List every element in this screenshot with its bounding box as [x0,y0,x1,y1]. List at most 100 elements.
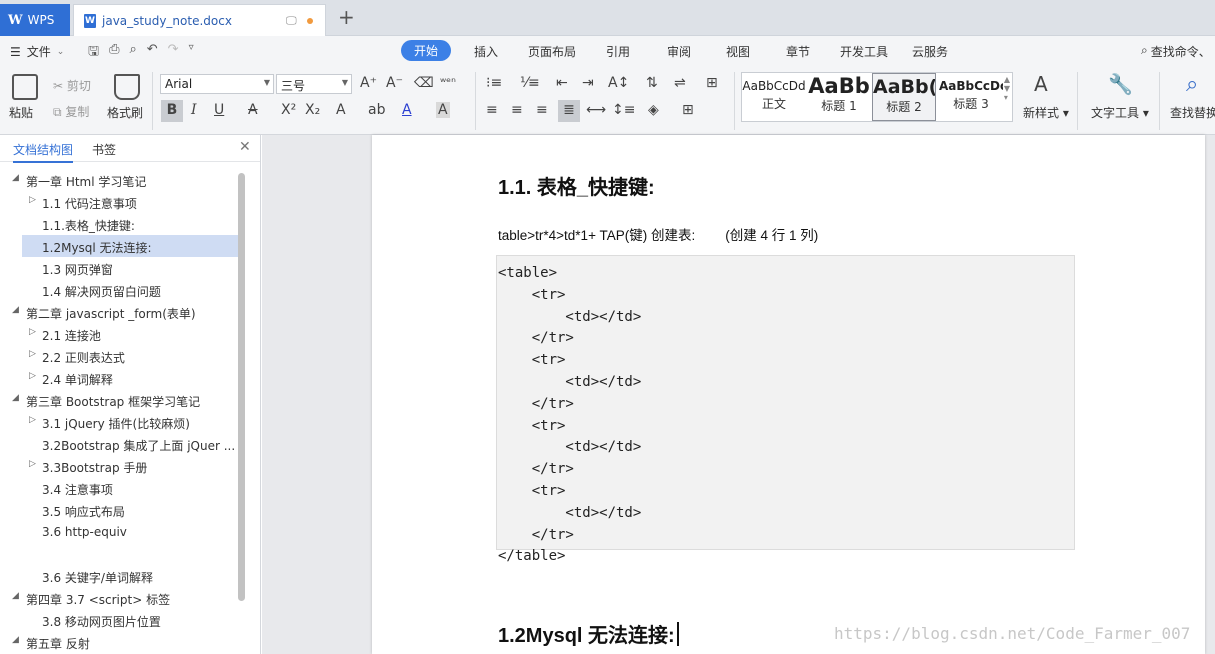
style-normal[interactable]: AaBbCcDd 正文 [742,73,806,121]
tab-insert[interactable]: 插入 [474,43,498,60]
tab-developer[interactable]: 开发工具 [840,43,888,60]
style-heading-1[interactable]: AaBb 标题 1 [808,73,870,121]
outline-item[interactable]: ▷ 2.1 连接池 [0,323,240,345]
tab-cloud[interactable]: 云服务 [912,43,948,60]
align-left-icon[interactable]: ≡ [486,102,498,118]
outline-chapter[interactable]: ◢ 第五章 反射 [0,631,240,653]
undo-icon[interactable]: ↶ [147,42,158,64]
char-shading-button[interactable]: A [436,102,450,118]
redo-icon[interactable]: ↷ [168,42,179,64]
outline-chapter[interactable]: ◢ 第二章 javascript _form(表单) [0,301,240,323]
distribute-icon[interactable]: ⟷ [586,102,606,118]
print-preview-icon[interactable]: ⌕ [129,42,136,64]
highlight-button[interactable]: ab [368,102,385,118]
new-tab-button[interactable]: + [338,5,355,29]
outline-item[interactable]: 3.6 http-equiv [0,521,240,543]
decrease-indent-icon[interactable]: ⇤ [556,75,568,91]
grow-font-icon[interactable]: A⁺ [360,75,377,91]
outline-item[interactable]: 3.5 响应式布局 [0,499,240,521]
scrollbar-thumb[interactable] [238,173,245,601]
clear-format-icon[interactable]: ⌫ [414,75,434,91]
line-spacing-icon[interactable]: ↕≡ [612,102,635,118]
justify-icon[interactable]: ≣ [558,100,580,122]
pinyin-icon[interactable]: ʷᵉⁿ [440,75,456,89]
outline-item[interactable]: ▷ 2.2 正则表达式 [0,345,240,367]
outline-chapter[interactable]: ◢ 第三章 Bootstrap 框架学习笔记 [0,389,240,411]
print-icon[interactable]: ⎙ [109,42,119,64]
bold-button[interactable]: B [161,100,183,122]
close-icon[interactable]: ✕ [239,139,251,155]
show-marks-icon[interactable]: ⇌ [674,75,686,91]
format-painter-icon[interactable] [114,74,140,100]
expand-arrow-icon[interactable]: ▷ [29,327,36,337]
outline-item[interactable]: ▷ 1.1 代码注意事项 [0,191,240,213]
outline-item[interactable]: 1.3 网页弹窗 [0,257,240,279]
collapse-arrow-icon[interactable]: ◢ [12,393,19,403]
tab-references[interactable]: 引用 [606,43,630,60]
new-style-icon[interactable]: A [1034,72,1048,96]
align-right-icon[interactable]: ≡ [536,102,548,118]
tab-outline[interactable]: 文档结构图 [13,141,74,163]
outline-item[interactable]: 1.2Mysql 无法连接: [22,235,238,257]
strikethrough-button[interactable]: A [248,102,258,118]
text-tools-button[interactable]: 文字工具 ▾ [1091,104,1149,121]
tab-wps-home[interactable]: W WPS [0,4,70,36]
increase-indent-icon[interactable]: ⇥ [582,75,594,91]
style-heading-3[interactable]: AaBbCcDc 标题 3 [939,73,1003,121]
outline-chapter[interactable]: ◢ 第四章 3.7 <script> 标签 [0,587,240,609]
expand-arrow-icon[interactable]: ▷ [29,459,36,469]
tab-chapter[interactable]: 章节 [786,43,810,60]
shrink-font-icon[interactable]: A⁻ [386,75,403,91]
file-menu-button[interactable]: ☰ 文件 ⌄ [10,43,64,60]
cut-button[interactable]: ✂ 剪切 [53,77,91,94]
outline-item[interactable]: 3.4 注意事项 [0,477,240,499]
outline-item[interactable]: ▷ 2.4 单词解释 [0,367,240,389]
outline-item[interactable]: 1.4 解决网页留白问题 [0,279,240,301]
text-effect-button[interactable]: A [336,102,346,118]
numbered-list-icon[interactable]: ⅟≡ [520,75,540,91]
document-page[interactable]: 1.1. 表格_快捷键: table>tr*4>td*1+ TAP(键) 创建表… [372,135,1205,654]
shading-icon[interactable]: ◈ [648,102,659,118]
outline-chapter[interactable]: ◢ 第一章 Html 学习笔记 [0,169,240,191]
style-heading-2[interactable]: AaBb( 标题 2 [872,73,936,121]
expand-arrow-icon[interactable]: ▷ [29,349,36,359]
tab-review[interactable]: 审阅 [667,43,691,60]
outline-item[interactable]: 1.1.表格_快捷键: [0,213,240,235]
font-family-select[interactable]: Arial ▼ [160,74,274,94]
collapse-arrow-icon[interactable]: ◢ [12,635,19,645]
tab-bookmark[interactable]: 书签 [92,141,116,158]
outline-item[interactable]: 3.2Bootstrap 集成了上面 jQuer ... [0,433,240,455]
expand-arrow-icon[interactable]: ▷ [29,415,36,425]
tab-view[interactable]: 视图 [726,43,750,60]
monitor-icon[interactable]: 🖵 [286,14,297,28]
subscript-button[interactable]: X₂ [305,102,320,118]
new-style-button[interactable]: 新样式 ▾ [1023,104,1069,121]
bullet-list-icon[interactable]: ⁝≡ [486,75,502,91]
wrench-icon[interactable]: 🔧 [1108,72,1133,96]
table-grid-icon[interactable]: ⊞ [706,75,718,91]
outline-item[interactable]: ▷ 3.3Bootstrap 手册 [0,455,240,477]
outline-item[interactable]: 3.8 移动网页图片位置 [0,609,240,631]
format-painter-label[interactable]: 格式刷 [107,104,143,121]
superscript-button[interactable]: X² [281,102,296,118]
save-icon[interactable]: 🖫 [88,42,99,64]
styles-scroll-icon[interactable]: ▲ ▼ ▾ [1004,75,1010,102]
underline-button[interactable]: U [214,102,224,118]
italic-button[interactable]: I [191,102,197,118]
collapse-arrow-icon[interactable]: ◢ [12,173,19,183]
outline-item[interactable]: 3.6 关键字/单词解释 [0,565,240,587]
outline-item[interactable]: ▷ 3.1 jQuery 插件(比较麻烦) [0,411,240,433]
text-direction-icon[interactable]: A↕ [608,75,629,91]
copy-button[interactable]: ⧉ 复制 [53,103,89,120]
font-color-button[interactable]: A [402,102,412,118]
paste-label[interactable]: 粘贴 [9,104,33,121]
customize-icon[interactable]: ▿ [189,42,194,64]
font-size-select[interactable]: 三号 ▼ [276,74,352,94]
search-command[interactable]: ⌕ 查找命令、 [1141,43,1211,60]
tab-document[interactable]: W java_study_note.docx 🖵 [73,4,326,36]
border-icon[interactable]: ⊞ [682,102,694,118]
collapse-arrow-icon[interactable]: ◢ [12,305,19,315]
collapse-arrow-icon[interactable]: ◢ [12,591,19,601]
paste-icon[interactable] [12,74,38,100]
sort-icon[interactable]: ⇅ [646,75,658,91]
